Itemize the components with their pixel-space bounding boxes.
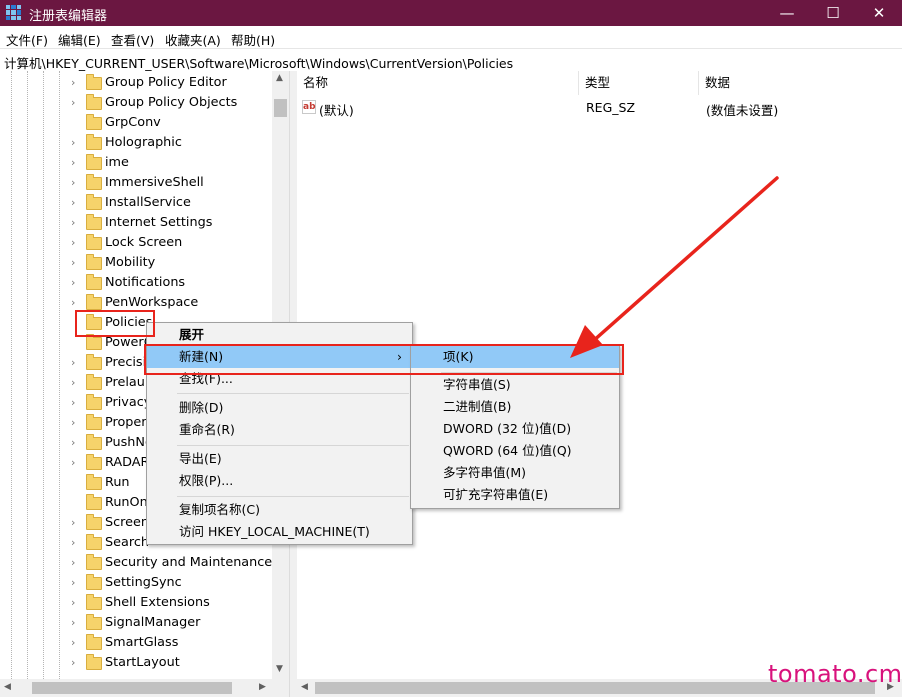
annotation-arrow-icon [570, 176, 779, 358]
watermark-text: tomato.cm [768, 660, 902, 688]
